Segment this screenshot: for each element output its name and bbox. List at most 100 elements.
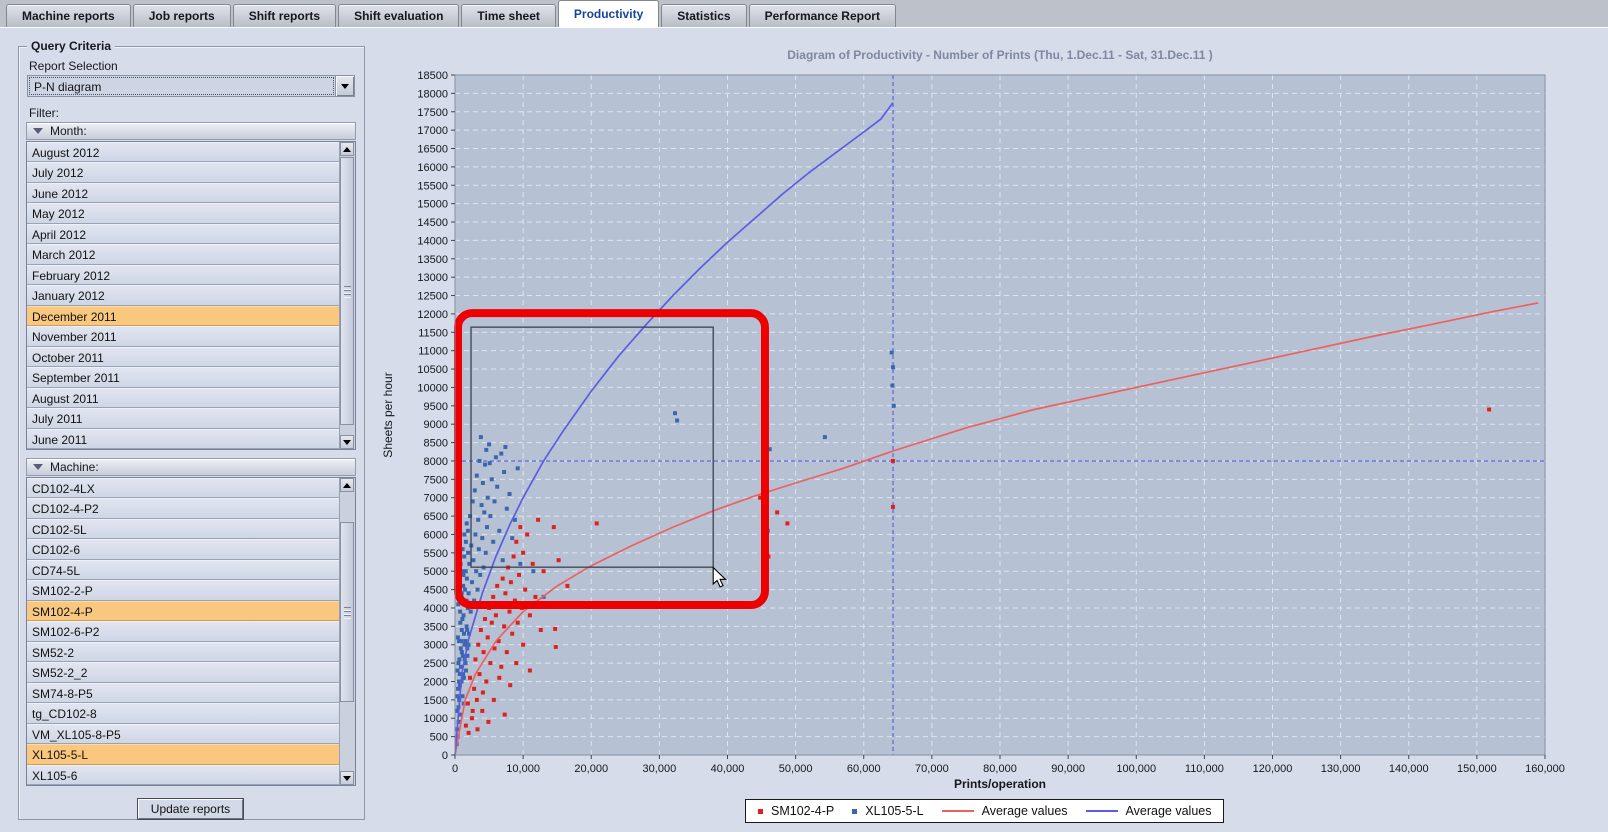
query-criteria-group: Query Criteria Report Selection P-N diag… [18, 39, 365, 820]
machine-item[interactable]: SM102-2-P [27, 580, 339, 601]
month-item[interactable]: January 2012 [27, 285, 339, 306]
tab-shift-reports[interactable]: Shift reports [232, 4, 337, 27]
month-scrollbar[interactable] [339, 142, 355, 449]
arrow-down-icon [343, 775, 351, 781]
svg-text:500: 500 [430, 732, 448, 744]
month-item[interactable]: August 2012 [27, 142, 339, 163]
svg-text:4500: 4500 [424, 585, 448, 597]
machine-scrollbar[interactable] [339, 478, 355, 785]
month-item[interactable]: April 2012 [27, 223, 339, 245]
tab-job-reports[interactable]: Job reports [132, 4, 231, 27]
month-item[interactable]: October 2011 [27, 346, 339, 368]
month-item[interactable]: September 2011 [27, 367, 339, 388]
machine-item[interactable]: CD74-5L [27, 559, 339, 581]
report-selection-label: Report Selection [29, 59, 118, 73]
svg-text:3500: 3500 [424, 621, 448, 633]
month-list: August 2012 July 2012 June 2012 May 2012 Apr… [26, 141, 356, 450]
svg-text:6000: 6000 [424, 529, 448, 541]
month-item[interactable]: November 2011 [27, 326, 339, 347]
svg-text:11500: 11500 [418, 327, 448, 339]
dot-swatch-icon [758, 808, 763, 814]
svg-text:110,000: 110,000 [1185, 763, 1224, 775]
month-item[interactable]: March 2012 [27, 244, 339, 265]
chevron-down-icon [341, 83, 349, 89]
machine-item[interactable]: CD102-4-P2 [27, 498, 339, 519]
machine-item[interactable]: tg_CD102-8 [27, 703, 339, 724]
month-item[interactable]: May 2012 [27, 203, 339, 224]
tab-statistics[interactable]: Statistics [661, 4, 747, 27]
arrow-down-icon [343, 439, 351, 445]
productivity-chart[interactable]: Diagram of Productivity - Number of Prin… [372, 36, 1608, 832]
svg-text:9000: 9000 [424, 419, 448, 431]
machine-item[interactable]: CD102-6 [27, 539, 339, 560]
svg-text:80,000: 80,000 [983, 763, 1017, 775]
scroll-thumb[interactable] [340, 522, 354, 702]
svg-text:10500: 10500 [417, 364, 448, 376]
x-axis-title: Prints/operation [954, 777, 1046, 791]
machine-item[interactable]: CD102-4LX [27, 478, 339, 499]
tab-productivity[interactable]: Productivity [557, 0, 660, 27]
tab-bar: Machine reports Job reports Shift reports S… [0, 0, 1608, 28]
month-item[interactable]: June 2012 [27, 182, 339, 204]
chart-legend: SM102-4-P XL105-5-L Average values Average … [745, 799, 1225, 823]
collapse-down-icon [33, 464, 43, 470]
combobox-dropdown-button[interactable] [335, 76, 354, 96]
machine-item[interactable]: SM102-6-P2 [27, 621, 339, 642]
collapse-down-icon [33, 128, 43, 134]
machine-item[interactable]: SM102-4-P [27, 600, 339, 622]
legend-label: Average values [1125, 804, 1212, 818]
scroll-thumb[interactable] [340, 157, 354, 425]
month-item[interactable]: December 2011 [27, 305, 339, 327]
machine-item[interactable]: VM_XL105-8-P5 [27, 723, 339, 745]
month-item[interactable]: February 2012 [27, 264, 339, 286]
svg-text:0: 0 [442, 750, 448, 762]
scroll-down-button[interactable] [340, 435, 354, 449]
legend-label: Average values [981, 804, 1068, 818]
machine-section-header[interactable]: Machine: [26, 458, 356, 476]
dot-swatch-icon [852, 808, 858, 814]
update-reports-button[interactable]: Update reports [137, 798, 244, 820]
month-section-header[interactable]: Month: [26, 122, 356, 140]
svg-text:1000: 1000 [424, 713, 448, 725]
line-swatch-icon [1085, 810, 1118, 812]
tab-performance-report[interactable]: Performance Report [748, 4, 896, 27]
svg-text:4000: 4000 [424, 603, 448, 615]
svg-text:12500: 12500 [417, 291, 448, 303]
query-criteria-title: Query Criteria [27, 39, 116, 53]
machine-item[interactable]: SM52-2_2 [27, 662, 339, 683]
svg-text:2000: 2000 [424, 676, 448, 688]
month-item[interactable]: July 2011 [27, 408, 339, 429]
svg-text:8500: 8500 [424, 438, 448, 450]
svg-text:150,000: 150,000 [1457, 763, 1497, 775]
svg-text:15500: 15500 [417, 180, 448, 192]
svg-text:140,000: 140,000 [1389, 763, 1429, 775]
report-selection-combobox[interactable]: P-N diagram [27, 75, 355, 97]
month-item[interactable]: August 2011 [27, 387, 339, 409]
legend-item-Average-values: Average values [941, 804, 1068, 818]
scroll-up-button[interactable] [340, 478, 354, 492]
machine-item[interactable]: SM52-2 [27, 641, 339, 663]
tab-time-sheet[interactable]: Time sheet [461, 4, 556, 27]
machine-item[interactable]: XL105-6 [27, 764, 339, 785]
y-axis-title: Sheets per hour [381, 372, 395, 457]
tab-shift-evaluation[interactable]: Shift evaluation [338, 4, 460, 27]
svg-text:14000: 14000 [417, 235, 448, 247]
tab-machine-reports[interactable]: Machine reports [6, 4, 131, 27]
svg-text:70,000: 70,000 [915, 763, 949, 775]
arrow-up-icon [343, 482, 351, 488]
legend-label: SM102-4-P [771, 804, 835, 818]
svg-text:14500: 14500 [417, 217, 448, 229]
machine-item[interactable]: XL105-5-L [27, 744, 339, 765]
scroll-up-button[interactable] [340, 142, 354, 156]
month-item[interactable]: July 2012 [27, 162, 339, 183]
machine-item[interactable]: CD102-5L [27, 518, 339, 540]
machine-item[interactable]: SM74-8-P5 [27, 682, 339, 704]
svg-text:7000: 7000 [424, 493, 448, 505]
filter-label: Filter: [29, 106, 59, 120]
svg-text:1500: 1500 [424, 695, 448, 707]
scroll-down-button[interactable] [340, 771, 354, 785]
svg-text:2500: 2500 [424, 658, 448, 670]
svg-text:60,000: 60,000 [847, 763, 881, 775]
report-selection-value: P-N diagram [29, 77, 334, 95]
month-item[interactable]: June 2011 [27, 428, 339, 449]
